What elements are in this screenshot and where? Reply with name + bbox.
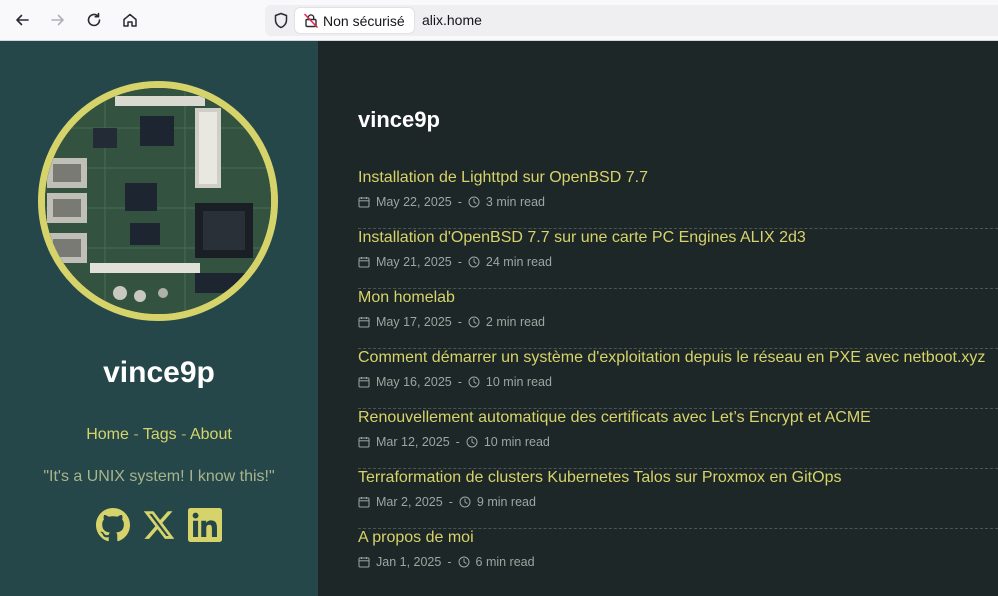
nav-separator: - xyxy=(176,426,190,443)
calendar-icon xyxy=(358,257,370,268)
calendar-icon xyxy=(358,497,370,508)
calendar-icon xyxy=(358,317,370,328)
page-title: vince9p xyxy=(358,107,440,132)
post-item: Terraformation de clusters Kubernetes Ta… xyxy=(358,469,998,529)
post-date: Jan 1, 2025 xyxy=(376,555,442,569)
post-meta: Mar 12, 2025 - 10 min read xyxy=(358,435,550,449)
avatar xyxy=(38,81,278,321)
post-title-link[interactable]: Installation de Lighttpd sur OpenBSD 7.7 xyxy=(358,169,648,187)
meta-separator: - xyxy=(457,315,462,329)
arrow-left-icon xyxy=(16,14,29,26)
site-title: vince9p xyxy=(103,356,215,389)
linkedin-link[interactable] xyxy=(188,508,222,542)
circuit-board-photo xyxy=(45,88,271,314)
clock-icon xyxy=(468,376,480,388)
post-item: Installation d'OpenBSD 7.7 sur une carte… xyxy=(358,229,998,289)
nav-link-about[interactable]: About xyxy=(190,426,232,443)
post-date: May 17, 2025 xyxy=(376,315,452,329)
browser-toolbar: Non sécurisé alix.home xyxy=(0,0,998,41)
url-bar[interactable]: Non sécurisé alix.home xyxy=(265,5,998,36)
post-item: Mon homelab May 17, 2025 - 2 min read xyxy=(358,289,998,349)
post-read-time: 3 min read xyxy=(485,195,545,209)
clock-icon xyxy=(468,256,480,268)
nav-separator: - xyxy=(128,426,143,443)
post-read-time: 10 min read xyxy=(485,375,552,389)
linkedin-icon xyxy=(188,508,222,542)
back-button[interactable] xyxy=(10,8,34,32)
clock-icon xyxy=(468,316,480,328)
post-meta: Jan 1, 2025 - 6 min read xyxy=(358,555,535,569)
post-meta: May 16, 2025 - 10 min read xyxy=(358,375,552,389)
nav-link-tags[interactable]: Tags xyxy=(143,426,177,443)
post-read-time: 24 min read xyxy=(485,255,552,269)
clock-icon xyxy=(459,496,471,508)
post-title-link[interactable]: Installation d'OpenBSD 7.7 sur une carte… xyxy=(358,229,806,247)
post-meta: May 22, 2025 - 3 min read xyxy=(358,195,545,209)
main-content: vince9p Installation de Lighttpd sur Ope… xyxy=(318,41,998,596)
security-indicator[interactable]: Non sécurisé xyxy=(295,8,414,33)
calendar-icon xyxy=(358,557,370,568)
reload-button[interactable] xyxy=(82,8,106,32)
calendar-icon xyxy=(358,377,370,388)
github-link[interactable] xyxy=(96,508,130,542)
post-date: Mar 2, 2025 xyxy=(376,495,443,509)
clock-icon xyxy=(458,556,470,568)
post-title-link[interactable]: Comment démarrer un système d'exploitati… xyxy=(358,349,985,367)
arrow-right-icon xyxy=(51,14,64,26)
url-text[interactable]: alix.home xyxy=(422,12,482,28)
post-item: Installation de Lighttpd sur OpenBSD 7.7… xyxy=(358,169,998,229)
post-title-link[interactable]: Mon homelab xyxy=(358,289,455,307)
post-read-time: 6 min read xyxy=(475,555,535,569)
security-label: Non sécurisé xyxy=(323,12,405,29)
post-title-link[interactable]: A propos de moi xyxy=(358,529,474,547)
post-meta: May 21, 2025 - 24 min read xyxy=(358,255,552,269)
nav-link-home[interactable]: Home xyxy=(86,426,129,443)
post-title-link[interactable]: Renouvellement automatique des certifica… xyxy=(358,409,871,427)
home-button[interactable] xyxy=(118,8,142,32)
post-item: Comment démarrer un système d'exploitati… xyxy=(358,349,998,409)
post-title-link[interactable]: Terraformation de clusters Kubernetes Ta… xyxy=(358,469,841,487)
home-icon xyxy=(123,13,137,27)
clock-icon xyxy=(466,436,478,448)
meta-separator: - xyxy=(457,195,462,209)
post-read-time: 10 min read xyxy=(483,435,550,449)
tagline: "It's a UNIX system! I know this!" xyxy=(43,468,275,485)
site-nav: Home - Tags - About xyxy=(0,426,318,444)
clock-icon xyxy=(468,196,480,208)
post-meta: Mar 2, 2025 - 9 min read xyxy=(358,495,536,509)
insecure-lock-icon xyxy=(304,13,318,28)
meta-separator: - xyxy=(455,435,460,449)
post-date: Mar 12, 2025 xyxy=(376,435,450,449)
forward-button[interactable] xyxy=(46,8,70,32)
github-icon xyxy=(96,508,130,542)
calendar-icon xyxy=(358,437,370,448)
calendar-icon xyxy=(358,197,370,208)
meta-separator: - xyxy=(457,375,462,389)
post-date: May 22, 2025 xyxy=(376,195,452,209)
meta-separator: - xyxy=(448,495,453,509)
meta-separator: - xyxy=(457,255,462,269)
post-item: A propos de moi Jan 1, 2025 - 6 min read xyxy=(358,529,998,589)
post-date: May 16, 2025 xyxy=(376,375,452,389)
x-icon xyxy=(143,511,175,539)
post-item: Renouvellement automatique des certifica… xyxy=(358,409,998,469)
reload-icon xyxy=(87,12,101,27)
social-links xyxy=(96,508,222,542)
sidebar: vince9p Home - Tags - About "It's a UNIX… xyxy=(0,41,318,596)
post-date: May 21, 2025 xyxy=(376,255,452,269)
post-meta: May 17, 2025 - 2 min read xyxy=(358,315,545,329)
shield-icon[interactable] xyxy=(273,12,289,29)
post-read-time: 2 min read xyxy=(485,315,545,329)
x-link[interactable] xyxy=(142,508,176,542)
post-read-time: 9 min read xyxy=(476,495,536,509)
meta-separator: - xyxy=(447,555,452,569)
